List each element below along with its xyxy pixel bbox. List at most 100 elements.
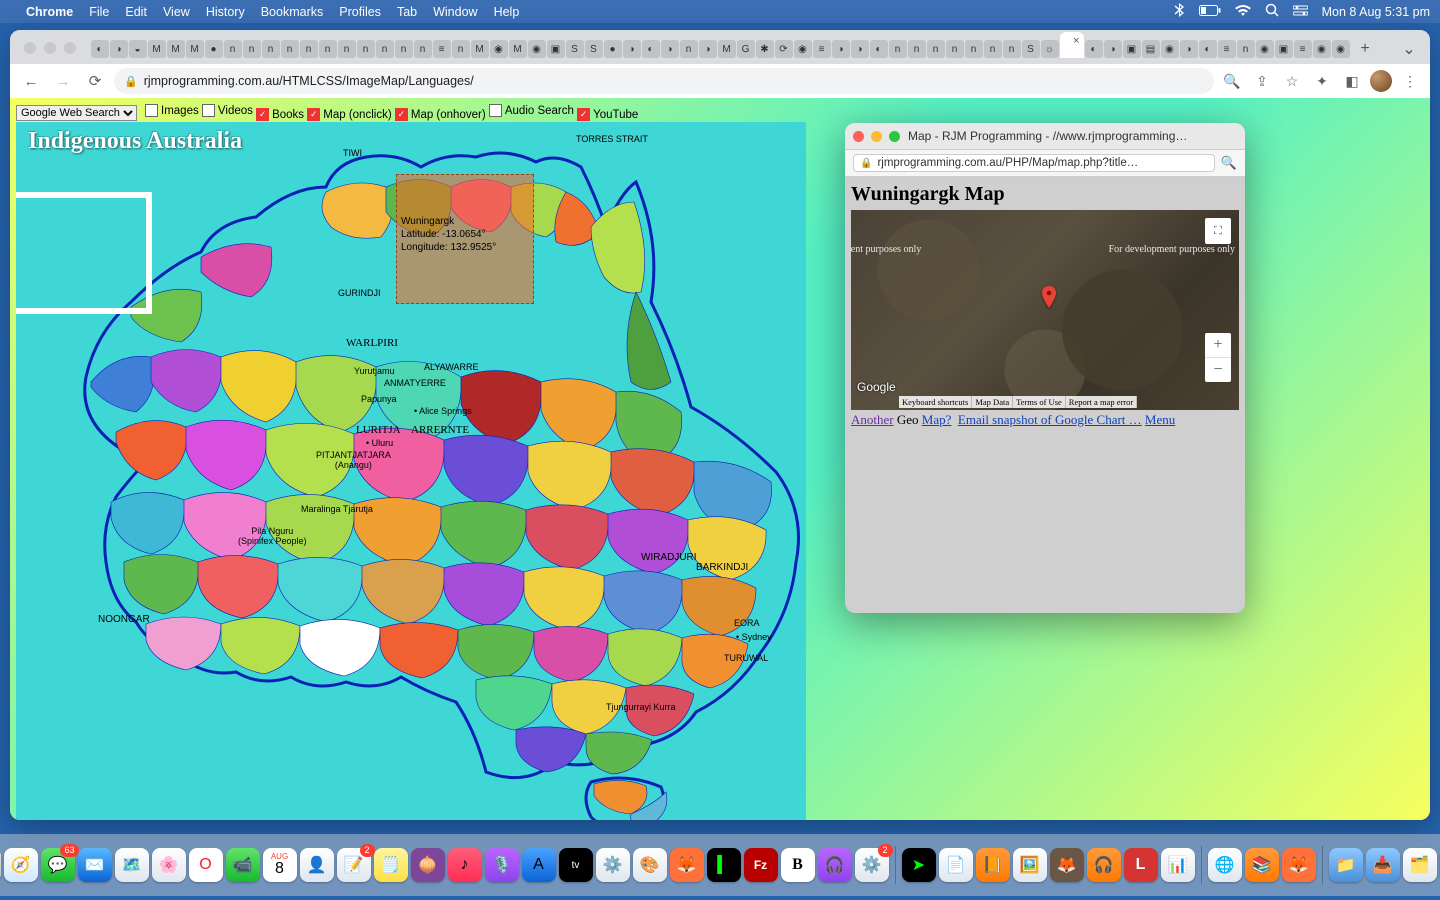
close-window-button[interactable] [24, 42, 36, 54]
browser-tab[interactable]: ◉ [528, 40, 546, 58]
browser-tab[interactable]: ◑ [110, 40, 128, 58]
browser-tab[interactable]: ≡ [813, 40, 831, 58]
dock-facetime[interactable]: 📹 [226, 848, 260, 882]
dock-tor[interactable]: 🧅 [411, 848, 445, 882]
dock-preferences[interactable]: ⚙️ [596, 848, 630, 882]
dock-firefox2[interactable]: 🦊 [1282, 848, 1316, 882]
browser-tab[interactable]: ☼ [1041, 40, 1059, 58]
dock-l-app[interactable]: L [1124, 848, 1158, 882]
browser-tab[interactable]: n [927, 40, 945, 58]
link-email-snapshot[interactable]: Email snapshot of Google Chart … [958, 412, 1142, 427]
browser-tab-active[interactable] [1060, 32, 1084, 58]
browser-tab[interactable]: ◐ [642, 40, 660, 58]
popup-minimize-button[interactable] [871, 131, 882, 142]
browser-tab[interactable]: ◐ [1199, 40, 1217, 58]
zoom-out-button[interactable]: − [1205, 358, 1231, 382]
dock-activity[interactable]: 📊 [1161, 848, 1195, 882]
minimize-window-button[interactable] [44, 42, 56, 54]
dock-folder[interactable]: 📁 [1329, 848, 1363, 882]
dock-b-app[interactable]: B [781, 848, 815, 882]
menu-help[interactable]: Help [494, 5, 520, 19]
battery-icon[interactable] [1199, 5, 1221, 19]
menubar-clock[interactable]: Mon 8 Aug 5:31 pm [1322, 5, 1430, 19]
browser-tab[interactable]: ◑ [832, 40, 850, 58]
browser-tab[interactable]: n [300, 40, 318, 58]
browser-tab[interactable]: ● [205, 40, 223, 58]
browser-tab[interactable]: ▣ [547, 40, 565, 58]
browser-tab[interactable]: ◑ [851, 40, 869, 58]
dock-podcasts[interactable]: 🎙️ [485, 848, 519, 882]
dock-chrome[interactable]: 🌐 [1208, 848, 1242, 882]
checkbox-audio-search[interactable]: Audio Search [489, 104, 574, 117]
app-menu[interactable]: Chrome [26, 5, 73, 19]
kebab-menu-icon[interactable]: ⋮ [1398, 69, 1422, 93]
dock-launchpad[interactable]: ⊞ [0, 848, 1, 882]
dock-textedit[interactable]: 📄 [939, 848, 973, 882]
browser-tab[interactable]: ✱ [756, 40, 774, 58]
checkbox-images[interactable]: Images [145, 104, 199, 117]
browser-tab[interactable]: S [566, 40, 584, 58]
share-icon[interactable]: ⇪ [1250, 69, 1274, 93]
browser-tab[interactable]: ◑ [623, 40, 641, 58]
browser-tab[interactable]: ◑ [1180, 40, 1198, 58]
browser-tab[interactable]: ◉ [1313, 40, 1331, 58]
browser-tab[interactable]: ◉ [1161, 40, 1179, 58]
extensions-icon[interactable]: ✦ [1310, 69, 1334, 93]
browser-tab[interactable]: M [148, 40, 166, 58]
browser-tab[interactable]: M [167, 40, 185, 58]
browser-tab[interactable]: S [1022, 40, 1040, 58]
address-bar[interactable]: 🔒 rjmprogramming.com.au/HTMLCSS/ImageMap… [114, 68, 1214, 94]
browser-tab[interactable]: M [718, 40, 736, 58]
dock-opera[interactable]: O [189, 848, 223, 882]
tabs-dropdown-icon[interactable]: ⌄ [1398, 38, 1420, 60]
menu-file[interactable]: File [89, 5, 109, 19]
browser-tab[interactable]: n [908, 40, 926, 58]
google-map[interactable]: ⛶ opment purposes only For development p… [851, 210, 1239, 410]
browser-tab[interactable]: n [452, 40, 470, 58]
browser-tab[interactable]: G [737, 40, 755, 58]
browser-tab[interactable]: ◑ [661, 40, 679, 58]
spotlight-icon[interactable] [1265, 3, 1279, 20]
browser-tab[interactable]: ⟳ [775, 40, 793, 58]
browser-tab[interactable]: M [509, 40, 527, 58]
browser-tab[interactable]: n [224, 40, 242, 58]
zoom-in-button[interactable]: + [1205, 333, 1231, 358]
dock-palette[interactable]: 🎨 [633, 848, 667, 882]
menu-profiles[interactable]: Profiles [339, 5, 381, 19]
browser-tab[interactable]: ◉ [490, 40, 508, 58]
browser-tab[interactable]: n [281, 40, 299, 58]
browser-tab[interactable]: n [1237, 40, 1255, 58]
dock-mail[interactable]: ✉️ [78, 848, 112, 882]
browser-tab[interactable]: ◉ [1256, 40, 1274, 58]
dock-podcasts2[interactable]: 🎧 [818, 848, 852, 882]
dock-books[interactable]: 📚 [1245, 848, 1279, 882]
menu-window[interactable]: Window [433, 5, 477, 19]
browser-tab[interactable]: ◑ [1104, 40, 1122, 58]
checkbox-youtube[interactable]: YouTube [577, 108, 638, 121]
browser-tab[interactable]: ◐ [1085, 40, 1103, 58]
browser-tab[interactable]: n [262, 40, 280, 58]
menu-tab[interactable]: Tab [397, 5, 417, 19]
menu-bookmarks[interactable]: Bookmarks [261, 5, 324, 19]
reload-button[interactable]: ⟳ [82, 68, 108, 94]
map-footer-terms[interactable]: Terms of Use [1013, 396, 1066, 408]
menu-view[interactable]: View [163, 5, 190, 19]
browser-tab[interactable]: ◐ [870, 40, 888, 58]
browser-tab[interactable]: M [471, 40, 489, 58]
dock-tv[interactable]: tv [559, 848, 593, 882]
browser-tab[interactable]: ◒ [129, 40, 147, 58]
dock-notes[interactable]: 🗒️ [374, 848, 408, 882]
dock-music[interactable]: ♪ [448, 848, 482, 882]
dock-appstore[interactable]: A [522, 848, 556, 882]
search-engine-select[interactable]: Google Web Search [16, 105, 137, 121]
zoom-icon[interactable]: 🔍 [1220, 69, 1244, 93]
browser-tab[interactable]: ▣ [1275, 40, 1293, 58]
forward-button[interactable]: → [50, 68, 76, 94]
bookmark-star-icon[interactable]: ☆ [1280, 69, 1304, 93]
indigenous-australia-map[interactable]: Indigenous Australia [16, 122, 806, 820]
dock-pages[interactable]: 📙 [976, 848, 1010, 882]
dock-calendar[interactable]: AUG8 [263, 848, 297, 882]
browser-tab[interactable]: ≡ [1294, 40, 1312, 58]
map-footer-shortcuts[interactable]: Keyboard shortcuts [899, 396, 972, 408]
dock-maps[interactable]: 🗺️ [115, 848, 149, 882]
